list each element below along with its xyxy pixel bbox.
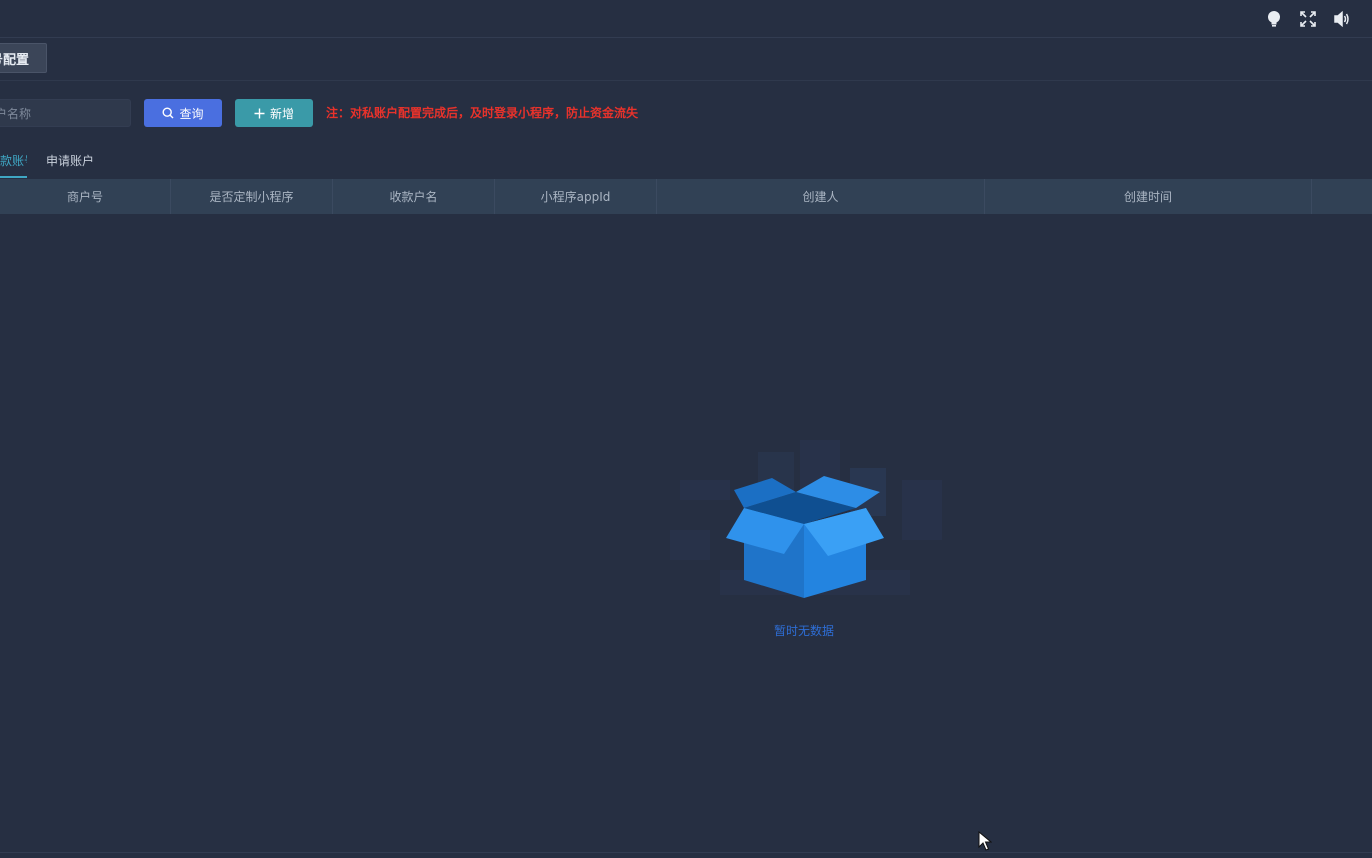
plus-icon (254, 108, 265, 118)
column-header-merchant-no[interactable]: 商户号 (0, 179, 171, 214)
open-box-icon (650, 430, 960, 610)
table-header: 商户号 是否定制小程序 收款户名 小程序appId 创建人 创建时间 (0, 179, 1372, 214)
column-header-payee-name[interactable]: 收款户名 (333, 179, 495, 214)
column-header-custom-miniprogram[interactable]: 是否定制小程序 (171, 179, 333, 214)
tab-apply-accounts-label: 申请账户 (46, 154, 95, 168)
active-page-tag[interactable]: 账号配置 (0, 43, 47, 73)
add-button-label: 新增 (269, 106, 294, 121)
bottom-divider (0, 852, 1372, 853)
query-button-label: 查询 (179, 106, 204, 121)
column-header-created-time[interactable]: 创建时间 (985, 179, 1312, 214)
tab-receiving-accounts[interactable]: 收款账号 (0, 152, 27, 178)
account-name-search-input[interactable]: 账户名称 (0, 99, 131, 127)
empty-state-text: 暂时无数据 (773, 624, 834, 638)
column-header-creator[interactable]: 创建人 (657, 179, 985, 214)
query-button[interactable]: 查询 (144, 99, 222, 127)
column-header-miniprogram-appid[interactable]: 小程序appId (495, 179, 657, 214)
top-bar (0, 0, 1372, 38)
warning-notice: 注：对私账户配置完成后，及时登录小程序，防止资金流失 (326, 106, 639, 120)
search-icon (162, 107, 174, 119)
active-page-tag-label: 账号配置 (0, 52, 29, 68)
tags-bar: 账号配置 (0, 39, 1372, 81)
add-button[interactable]: 新增 (235, 99, 313, 127)
search-input-placeholder: 账户名称 (0, 106, 32, 121)
bulb-icon[interactable] (1264, 9, 1284, 29)
mouse-cursor-icon (978, 830, 993, 855)
app-root: 账号配置 账户名称 查询 新增 注：对私账户配置完成后，及时登录小程序，防止资金… (0, 0, 1372, 858)
tab-receiving-accounts-label: 收款账号 (0, 154, 27, 168)
fullscreen-icon[interactable] (1298, 9, 1318, 29)
column-header-actions (1312, 179, 1372, 214)
tab-apply-accounts[interactable]: 申请账户 (46, 152, 94, 178)
speaker-icon[interactable] (1332, 9, 1352, 29)
